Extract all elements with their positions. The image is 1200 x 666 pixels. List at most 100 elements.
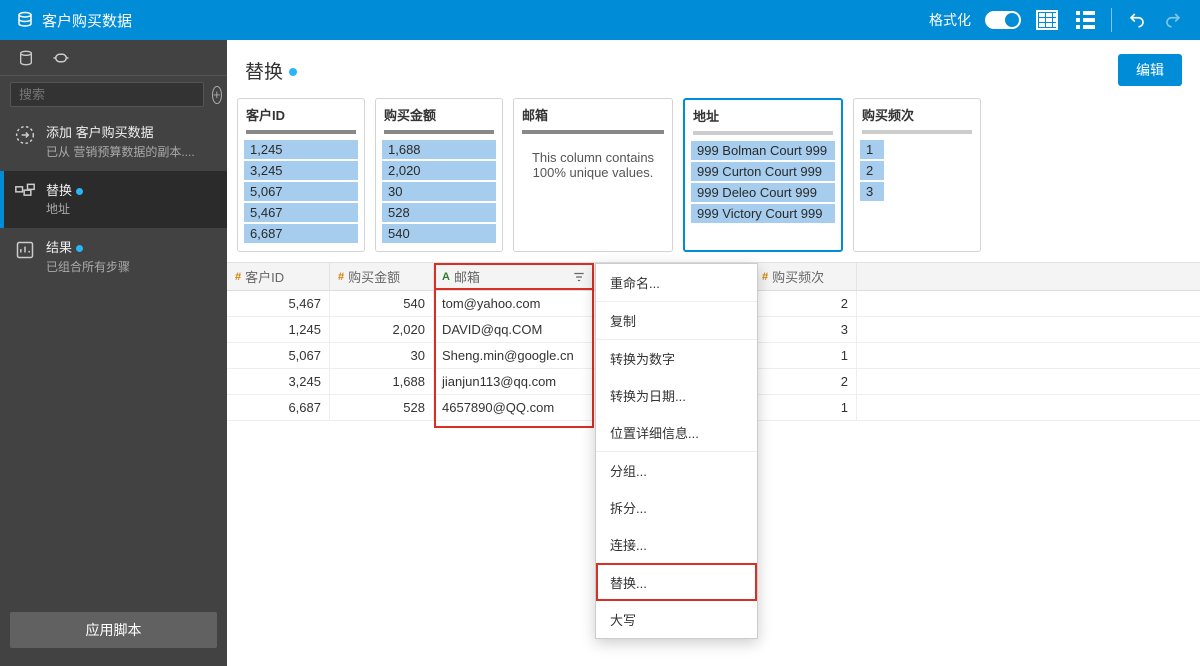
card-value-pill[interactable]: 528 — [382, 203, 496, 222]
redo-icon[interactable] — [1162, 11, 1184, 29]
add-step-button[interactable]: + — [212, 86, 222, 104]
apply-script-button[interactable]: 应用脚本 — [10, 612, 217, 648]
card-value-pill[interactable]: 999 Victory Court 999 — [691, 204, 835, 223]
step-add-data[interactable]: 添加 客户购买数据 已从 营销预算数据的副本.... — [0, 113, 227, 171]
cell: 4657890@QQ.com — [434, 395, 594, 420]
column-card[interactable]: 邮箱This column contains 100% unique value… — [513, 98, 673, 252]
card-value-pill[interactable]: 2 — [860, 161, 884, 180]
title-group: 客户购买数据 — [16, 10, 132, 31]
card-value-pill[interactable]: 30 — [382, 182, 496, 201]
column-card[interactable]: 地址999 Bolman Court 999999 Curton Court 9… — [683, 98, 843, 252]
card-value-pill[interactable]: 540 — [382, 224, 496, 243]
menu-item[interactable]: 转换为数字 — [596, 339, 757, 377]
card-value-pill[interactable]: 3 — [860, 182, 884, 201]
card-value-pill[interactable]: 999 Deleo Court 999 — [691, 183, 835, 202]
grid-col-amount[interactable]: #购买金额 — [330, 263, 434, 290]
cell: 3 — [754, 317, 857, 342]
grid-view-icon[interactable] — [1035, 9, 1059, 31]
menu-item[interactable]: 复制 — [596, 301, 757, 339]
step-result[interactable]: 结果 已组合所有步骤 — [0, 228, 227, 286]
menu-item[interactable]: 重命名... — [596, 264, 757, 301]
step-list: 添加 客户购买数据 已从 营销预算数据的副本.... 替换 地址 结果 已组合所… — [0, 113, 227, 598]
card-value-pill[interactable]: 1,245 — [244, 140, 358, 159]
grid-col-frequency[interactable]: #购买频次 — [754, 263, 857, 290]
menu-item[interactable]: 连接... — [596, 526, 757, 563]
step-subtitle: 已从 营销预算数据的副本.... — [46, 143, 217, 161]
edit-button[interactable]: 编辑 — [1118, 54, 1182, 86]
step-subtitle: 地址 — [46, 200, 217, 218]
grid-col-email[interactable]: A 邮箱 — [434, 263, 594, 290]
menu-item[interactable]: 位置详细信息... — [596, 414, 757, 451]
main-area: 替换 编辑 客户ID 1,245 3,245 5,067 5,467 6,687 购买金额 1… — [227, 40, 1200, 666]
menu-item[interactable]: 转换为日期... — [596, 377, 757, 414]
sidebar: + 添加 客户购买数据 已从 营销预算数据的副本.... 替换 地址 — [0, 40, 227, 666]
undo-icon[interactable] — [1126, 11, 1148, 29]
card-value-pill[interactable]: 5,467 — [244, 203, 358, 222]
column-menu-button[interactable] — [569, 267, 589, 287]
divider — [1111, 8, 1112, 32]
column-context-menu: 重命名...复制转换为数字转换为日期...位置详细信息...分组...拆分...… — [595, 263, 758, 639]
format-label: 格式化 — [929, 10, 971, 30]
card-message: This column contains 100% unique values. — [514, 140, 672, 190]
step-title: 添加 客户购买数据 — [46, 123, 217, 143]
column-card[interactable]: 购买频次 1 2 3 — [853, 98, 981, 252]
search-input[interactable] — [10, 82, 204, 107]
cell: 2 — [754, 291, 857, 316]
main-heading: 替换 — [245, 62, 283, 83]
hash-icon: # — [235, 271, 241, 283]
sidebar-mode-icons — [0, 40, 227, 76]
text-type-icon: A — [442, 271, 450, 283]
card-value-pill[interactable]: 999 Curton Court 999 — [691, 162, 835, 181]
top-right-controls: 格式化 — [929, 8, 1184, 32]
page-title: 客户购买数据 — [42, 10, 132, 31]
modified-dot-icon — [76, 245, 83, 252]
cell: 2 — [754, 369, 857, 394]
card-title: 客户ID — [238, 99, 364, 130]
step-replace[interactable]: 替换 地址 — [0, 171, 227, 229]
cell: 1,688 — [330, 369, 434, 394]
import-icon — [15, 125, 35, 145]
distribution-bar — [522, 130, 664, 134]
cell: 5,467 — [227, 291, 330, 316]
menu-item[interactable]: 大写 — [596, 601, 757, 638]
cell: 1 — [754, 343, 857, 368]
column-card[interactable]: 客户ID 1,245 3,245 5,067 5,467 6,687 — [237, 98, 365, 252]
card-values: 1,688 2,020 30 528 540 — [376, 140, 502, 251]
menu-item[interactable]: 替换... — [596, 563, 757, 601]
cell: tom@yahoo.com — [434, 291, 594, 316]
grid-col-customer-id[interactable]: #客户ID — [227, 263, 330, 290]
card-value-pill[interactable]: 999 Bolman Court 999 — [691, 141, 835, 160]
card-value-pill[interactable]: 6,687 — [244, 224, 358, 243]
column-card[interactable]: 购买金额 1,688 2,020 30 528 540 — [375, 98, 503, 252]
card-value-pill[interactable]: 2,020 — [382, 161, 496, 180]
menu-item[interactable]: 分组... — [596, 451, 757, 489]
cell: 30 — [330, 343, 434, 368]
cell: 1,245 — [227, 317, 330, 342]
card-value-pill[interactable]: 1 — [860, 140, 884, 159]
menu-item[interactable]: 拆分... — [596, 489, 757, 526]
distribution-bar — [384, 130, 494, 134]
cell: 528 — [330, 395, 434, 420]
database-icon — [16, 11, 34, 29]
cell: 540 — [330, 291, 434, 316]
format-toggle[interactable] — [985, 11, 1021, 29]
list-view-icon[interactable] — [1073, 9, 1097, 31]
column-cards-row: 客户ID 1,245 3,245 5,067 5,467 6,687 购买金额 1,688 2,… — [227, 94, 1200, 262]
result-icon — [15, 240, 35, 260]
database-small-icon[interactable] — [18, 50, 34, 66]
modified-dot-icon — [289, 68, 297, 76]
card-title: 购买金额 — [376, 99, 502, 130]
cell: 1 — [754, 395, 857, 420]
node-icon[interactable] — [52, 51, 70, 65]
card-value-pill[interactable]: 1,688 — [382, 140, 496, 159]
hash-icon: # — [762, 271, 768, 283]
cell: 5,067 — [227, 343, 330, 368]
card-value-pill[interactable]: 5,067 — [244, 182, 358, 201]
cell: DAVID@qq.COM — [434, 317, 594, 342]
data-grid: #客户ID #购买金额 A 邮箱 A地址 #购买频次 5,467540tom@y… — [227, 262, 1200, 421]
card-title: 购买频次 — [854, 99, 980, 130]
cell: 6,687 — [227, 395, 330, 420]
distribution-bar — [246, 130, 356, 134]
card-value-pill[interactable]: 3,245 — [244, 161, 358, 180]
card-values: 1 2 3 — [854, 140, 980, 209]
